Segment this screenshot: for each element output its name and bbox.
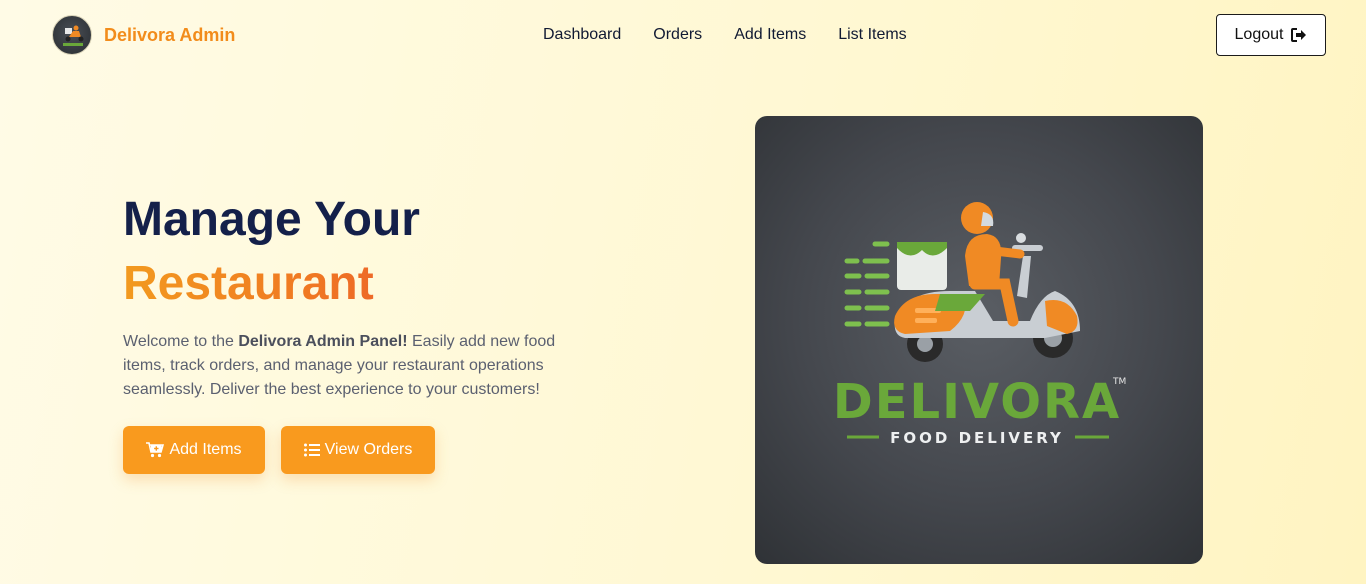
delivora-logo-illustration: DELIVORA TM FOOD DELIVERY xyxy=(833,202,1126,447)
delivora-logo-image: DELIVORA TM FOOD DELIVERY xyxy=(755,116,1203,564)
scooter-rider-icon xyxy=(894,202,1080,362)
navbar: Delivora Admin Dashboard Orders Add Item… xyxy=(0,0,1366,70)
add-items-label: Add Items xyxy=(169,441,242,458)
view-orders-label: View Orders xyxy=(324,441,413,458)
cart-plus-icon xyxy=(146,442,165,458)
hero-desc-bold: Delivora Admin Panel! xyxy=(238,333,408,350)
logo-trademark: TM xyxy=(1112,377,1126,387)
hero-description: Welcome to the Delivora Admin Panel! Eas… xyxy=(123,330,563,402)
brand-name: Delivora Admin xyxy=(104,24,236,45)
brand[interactable]: Delivora Admin xyxy=(52,15,235,55)
list-icon xyxy=(303,443,320,457)
add-items-button[interactable]: Add Items xyxy=(123,426,265,474)
speed-lines-icon xyxy=(844,241,890,327)
logo-wordmark: DELIVORA xyxy=(833,374,1121,430)
hero-desc-prefix: Welcome to the xyxy=(123,333,239,350)
nav-link-orders[interactable]: Orders xyxy=(653,25,702,45)
brand-logo xyxy=(52,15,92,55)
nav-link-add-items[interactable]: Add Items xyxy=(734,25,806,45)
hero-title: Manage Your Restaurant xyxy=(123,188,420,316)
logout-label: Logout xyxy=(1234,26,1284,43)
logo-tagline: FOOD DELIVERY xyxy=(890,429,1064,447)
logout-button[interactable]: Logout xyxy=(1216,14,1326,56)
sign-out-icon xyxy=(1291,28,1307,42)
nav-link-list-items[interactable]: List Items xyxy=(838,25,906,45)
hero-title-line2: Restaurant xyxy=(123,252,420,316)
nav-link-dashboard[interactable]: Dashboard xyxy=(543,25,621,45)
view-orders-button[interactable]: View Orders xyxy=(281,426,435,474)
hero-title-line1: Manage Your xyxy=(123,193,420,246)
nav-links: Dashboard Orders Add Items List Items xyxy=(543,25,939,45)
